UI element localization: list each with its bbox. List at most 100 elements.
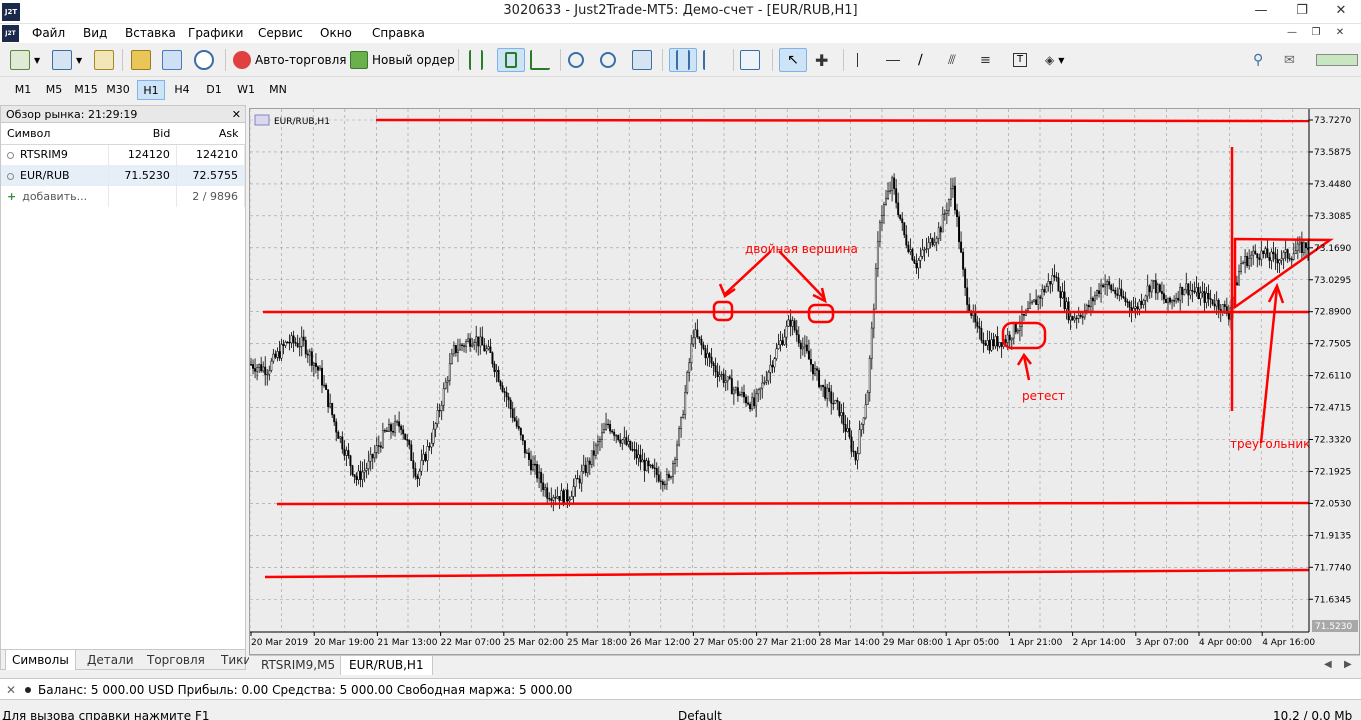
zoom-out-button[interactable] (600, 48, 616, 72)
candle-body (260, 364, 263, 372)
menu-help[interactable]: Справка (372, 26, 425, 40)
tab-details[interactable]: Детали (81, 650, 140, 670)
candle-body (767, 372, 770, 382)
autoscroll-button[interactable] (669, 48, 697, 72)
shapes-button[interactable]: ◈ ▼ (1045, 48, 1064, 72)
new-chart-button[interactable]: ▼ (10, 48, 40, 72)
chart-tab-rtsrim9[interactable]: RTSRIM9,M5 (253, 656, 343, 675)
crosshair-button[interactable]: ✚ (815, 48, 828, 72)
autotrading-button[interactable]: Авто-торговля (233, 48, 347, 72)
support-line[interactable] (276, 501, 1310, 506)
tile-windows-button[interactable] (632, 48, 652, 72)
zoom-in-button[interactable] (568, 48, 584, 72)
chat-button[interactable]: ✉ (1284, 48, 1295, 72)
candle-body (814, 368, 816, 375)
candle-body (582, 464, 585, 472)
timeframe-m30[interactable]: M30 (104, 80, 132, 100)
add-symbol-row[interactable]: + добавить... 2 / 9896 (1, 186, 246, 207)
timeframe-m15[interactable]: M15 (72, 80, 100, 100)
text-button[interactable]: T (1013, 48, 1027, 72)
candle-body (627, 440, 630, 445)
tab-trading[interactable]: Торговля (141, 650, 211, 670)
profiles-button[interactable]: ▼ (52, 48, 82, 72)
candle-body (1098, 290, 1100, 294)
candle-body (700, 338, 703, 346)
candle-body (818, 370, 821, 388)
timeframe-w1[interactable]: W1 (232, 80, 260, 100)
candle-body (745, 396, 747, 404)
resistance-line-top[interactable] (375, 118, 1310, 123)
close-icon[interactable]: ✕ (6, 679, 16, 701)
price-chart[interactable]: EUR/RUB,H1 двойная вершина ретест треуго… (250, 109, 1359, 654)
table-row[interactable]: RTSRIM9 124120 124210 (1, 144, 246, 165)
equidistant-channel-button[interactable]: ⫻ (948, 48, 956, 72)
tab-prev-icon[interactable]: ◀ (1324, 659, 1332, 670)
timeframe-m5[interactable]: M5 (40, 80, 68, 100)
candle-body (781, 340, 784, 345)
line-chart-button[interactable] (530, 48, 550, 72)
menu-view[interactable]: Вид (83, 26, 107, 40)
candle-body (939, 227, 942, 233)
candle-body (775, 348, 778, 359)
candle-body (1140, 300, 1143, 306)
column-ask[interactable]: Ask (176, 123, 245, 145)
candle-body (1270, 251, 1273, 261)
chart-window[interactable]: EUR/RUB,H1 двойная вершина ретест треуго… (249, 108, 1360, 655)
bar-chart-button[interactable] (466, 48, 486, 72)
mdi-restore-icon[interactable]: ❐ (1306, 25, 1326, 41)
candle-body (899, 214, 902, 220)
menu-charts[interactable]: Графики (188, 26, 243, 40)
tab-symbols[interactable]: Символы (5, 650, 76, 670)
column-bid[interactable]: Bid (108, 123, 177, 145)
menu-tools[interactable]: Сервис (258, 26, 303, 40)
candle-body (911, 249, 914, 261)
vertical-line-button[interactable] (857, 48, 858, 72)
candle-body (1252, 250, 1255, 256)
close-icon[interactable]: ✕ (1321, 0, 1361, 22)
close-icon[interactable]: ✕ (232, 106, 241, 123)
new-order-button[interactable]: Новый ордер (350, 48, 455, 72)
text-icon: T (1013, 53, 1027, 67)
candle-body (369, 454, 372, 462)
trendline-button[interactable]: ∕ (918, 48, 923, 72)
horizontal-line-button[interactable] (886, 48, 900, 72)
timeframe-m1[interactable]: M1 (9, 80, 37, 100)
column-symbol[interactable]: Символ (1, 123, 109, 145)
mdi-close-icon[interactable]: ✕ (1330, 25, 1350, 41)
table-row[interactable]: EUR/RUB 71.5230 72.5755 (1, 165, 246, 186)
shapes-icon: ◈ (1045, 53, 1055, 67)
deposit-button[interactable] (131, 48, 151, 72)
market-watch-button[interactable] (94, 48, 114, 72)
timeframe-h4[interactable]: H4 (168, 80, 196, 100)
timeframe-h1[interactable]: H1 (137, 80, 165, 100)
cursor-button[interactable]: ↖ (779, 48, 807, 72)
restore-icon[interactable]: ❐ (1282, 0, 1322, 22)
minimize-icon[interactable]: — (1241, 0, 1281, 22)
chart-tab-eurrub[interactable]: EUR/RUB,H1 (340, 656, 433, 675)
search-button[interactable]: ⚲ (1253, 48, 1263, 72)
indicators-button[interactable] (740, 48, 760, 72)
navigator-button[interactable] (162, 48, 182, 72)
signals-button[interactable] (194, 48, 214, 72)
candle-body (941, 213, 944, 233)
fibonacci-button[interactable]: ≡ (980, 48, 991, 72)
chart-window-icon[interactable]: J2T (2, 25, 19, 42)
menu-insert[interactable]: Вставка (125, 26, 176, 40)
chart-shift-button[interactable] (703, 48, 717, 72)
menu-file[interactable]: Файл (32, 26, 65, 40)
timeframe-d1[interactable]: D1 (200, 80, 228, 100)
candle-body (639, 454, 642, 463)
candle-body (335, 421, 338, 433)
candle-body (1211, 299, 1214, 305)
mdi-minimize-icon[interactable]: — (1282, 25, 1302, 41)
timeframe-mn[interactable]: MN (264, 80, 292, 100)
time-tick-label: 26 Mar 12:00 (630, 638, 690, 648)
candles-button[interactable] (497, 48, 525, 72)
status-bar: Для вызова справки нажмите F1 Default 10… (0, 700, 1361, 720)
candle-body (1126, 301, 1129, 303)
menu-window[interactable]: Окно (320, 26, 352, 40)
candle-body (400, 425, 403, 430)
tab-next-icon[interactable]: ▶ (1344, 659, 1352, 670)
candle-body (513, 417, 516, 422)
vertical-line-icon (857, 53, 858, 67)
